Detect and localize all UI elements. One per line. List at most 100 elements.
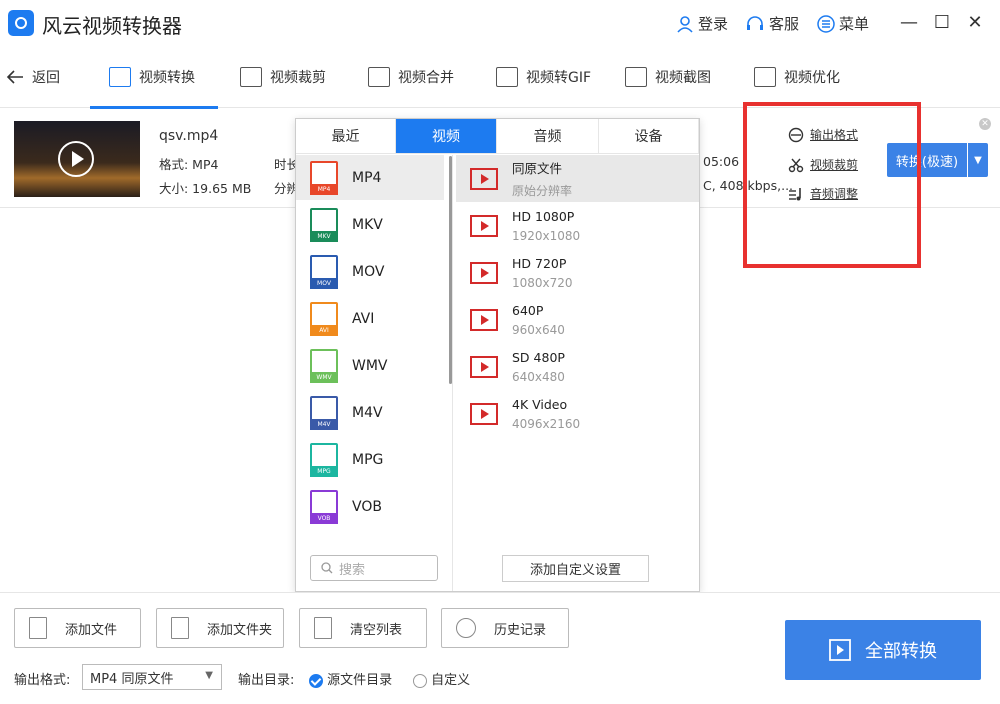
dir-source-label: 源文件目录 bbox=[327, 673, 393, 688]
history-button[interactable]: 历史记录 bbox=[441, 608, 569, 648]
format-search-input[interactable]: 搜索 bbox=[310, 555, 438, 581]
dir-custom-radio[interactable]: 自定义 bbox=[413, 669, 470, 688]
resolution-item[interactable]: 640P 960x640 bbox=[456, 296, 699, 343]
resolution-name: 同原文件 bbox=[512, 161, 563, 176]
output-format-value: MP4 同原文件 bbox=[90, 671, 174, 687]
format-label: MKV bbox=[352, 216, 383, 233]
tab-video-crop[interactable]: 视频裁剪 bbox=[240, 67, 326, 87]
format-item[interactable]: MOV MOV bbox=[296, 249, 444, 294]
output-dir-label: 输出目录: bbox=[238, 673, 295, 688]
file-duration-value: 05:06 bbox=[703, 154, 740, 169]
tab-label: 视频合并 bbox=[398, 70, 454, 86]
video-file-icon: VOB bbox=[310, 489, 338, 524]
clock-icon bbox=[456, 618, 476, 638]
popup-tab-audio[interactable]: 音频 bbox=[497, 119, 599, 154]
popup-divider bbox=[452, 155, 453, 591]
format-tag: MPG bbox=[310, 465, 338, 477]
tab-label: 视频转换 bbox=[139, 70, 195, 86]
resolution-item[interactable]: HD 1080P 1920x1080 bbox=[456, 202, 699, 249]
tab-video-screenshot[interactable]: 视频截图 bbox=[625, 67, 711, 87]
video-file-icon: MOV bbox=[310, 254, 338, 289]
play-box-icon bbox=[829, 639, 851, 661]
play-icon[interactable] bbox=[58, 141, 94, 177]
tab-video-to-gif[interactable]: 视频转GIF bbox=[496, 67, 591, 87]
minimize-button[interactable]: — bbox=[898, 12, 920, 34]
search-icon bbox=[321, 562, 333, 574]
headset-icon bbox=[747, 15, 763, 30]
menu-label: 菜单 bbox=[839, 15, 870, 33]
output-format-label: 输出格式: bbox=[14, 673, 71, 688]
format-item[interactable]: VOB VOB bbox=[296, 484, 444, 529]
format-item[interactable]: MPG MPG bbox=[296, 437, 444, 482]
video-file-icon: MP4 bbox=[310, 160, 338, 195]
add-file-button[interactable]: 添加文件 bbox=[14, 608, 141, 648]
film-icon bbox=[470, 402, 498, 425]
login-label: 登录 bbox=[698, 15, 729, 33]
resolution-dimensions: 960x640 bbox=[512, 322, 565, 337]
login-button[interactable]: 登录 bbox=[676, 13, 728, 34]
file-size: 大小: 19.65 MB bbox=[159, 181, 252, 196]
popup-tab-recent[interactable]: 最近 bbox=[296, 119, 396, 154]
format-item[interactable]: MP4 MP4 bbox=[296, 155, 444, 200]
convert-dropdown-button[interactable]: ▼ bbox=[968, 143, 988, 177]
format-item[interactable]: M4V M4V bbox=[296, 390, 444, 435]
resolution-dimensions: 1920x1080 bbox=[512, 228, 581, 243]
add-file-label: 添加文件 bbox=[65, 622, 118, 638]
resolution-name: 4K Video bbox=[512, 396, 568, 412]
video-file-icon: MPG bbox=[310, 442, 338, 477]
film-icon bbox=[470, 214, 498, 237]
arrow-left-icon bbox=[6, 70, 23, 84]
dir-source-radio[interactable]: 源文件目录 bbox=[309, 669, 392, 688]
resolution-text: 同原文件 原始分辨率 bbox=[512, 158, 572, 199]
tab-video-convert[interactable]: 视频转换 bbox=[109, 67, 195, 87]
tab-video-optimize[interactable]: 视频优化 bbox=[754, 67, 840, 87]
popup-tab-device[interactable]: 设备 bbox=[599, 119, 699, 154]
format-tag: MP4 bbox=[310, 183, 338, 195]
remove-file-icon[interactable]: ✕ bbox=[979, 118, 991, 130]
active-tab-underline bbox=[90, 106, 218, 109]
back-button[interactable]: 返回 bbox=[6, 67, 60, 87]
resolution-item[interactable]: HD 720P 1080x720 bbox=[456, 249, 699, 296]
film-icon bbox=[470, 261, 498, 284]
menu-button[interactable]: 菜单 bbox=[817, 13, 869, 34]
resolution-text: 640P 960x640 bbox=[512, 303, 565, 337]
format-item[interactable]: MKV MKV bbox=[296, 202, 444, 247]
maximize-button[interactable]: ☐ bbox=[931, 12, 953, 34]
trash-icon bbox=[314, 617, 332, 639]
history-label: 历史记录 bbox=[494, 622, 547, 638]
format-tag: AVI bbox=[310, 324, 338, 336]
resolution-dimensions: 4096x2160 bbox=[512, 416, 581, 431]
video-convert-icon bbox=[109, 67, 131, 87]
add-folder-button[interactable]: 添加文件夹 bbox=[156, 608, 284, 648]
add-custom-setting-button[interactable]: 添加自定义设置 bbox=[502, 555, 649, 582]
resolution-item[interactable]: SD 480P 640x480 bbox=[456, 343, 699, 390]
video-file-icon: M4V bbox=[310, 395, 338, 430]
popup-tab-video[interactable]: 视频 bbox=[396, 119, 497, 154]
format-label: MP4 bbox=[352, 169, 382, 186]
tab-video-merge[interactable]: 视频合并 bbox=[368, 67, 454, 87]
format-label: MOV bbox=[352, 263, 385, 280]
resolution-name: 640P bbox=[512, 302, 544, 318]
close-button[interactable]: ✕ bbox=[964, 12, 986, 34]
clear-list-button[interactable]: 清空列表 bbox=[299, 608, 427, 648]
file-format: 格式: MP4 bbox=[159, 157, 219, 172]
resolution-item[interactable]: 同原文件 原始分辨率 bbox=[456, 155, 699, 202]
gif-icon bbox=[496, 67, 518, 87]
customer-service-button[interactable]: 客服 bbox=[745, 13, 799, 34]
film-icon bbox=[470, 167, 498, 190]
convert-all-button[interactable]: 全部转换 bbox=[785, 620, 981, 680]
chevron-down-icon: ▼ bbox=[205, 670, 213, 681]
output-format-select[interactable]: MP4 同原文件 ▼ bbox=[82, 664, 222, 690]
service-label: 客服 bbox=[769, 15, 800, 33]
film-icon bbox=[470, 308, 498, 331]
search-placeholder: 搜索 bbox=[339, 562, 366, 578]
format-label: WMV bbox=[352, 357, 388, 374]
resolution-dimensions: 原始分辨率 bbox=[512, 184, 573, 198]
tab-label: 视频截图 bbox=[655, 70, 711, 86]
format-item[interactable]: AVI AVI bbox=[296, 296, 444, 341]
resolution-text: 4K Video 4096x2160 bbox=[512, 397, 580, 431]
film-icon bbox=[470, 355, 498, 378]
format-item[interactable]: WMV WMV bbox=[296, 343, 444, 388]
add-folder-label: 添加文件夹 bbox=[207, 622, 273, 638]
resolution-item[interactable]: 4K Video 4096x2160 bbox=[456, 390, 699, 437]
